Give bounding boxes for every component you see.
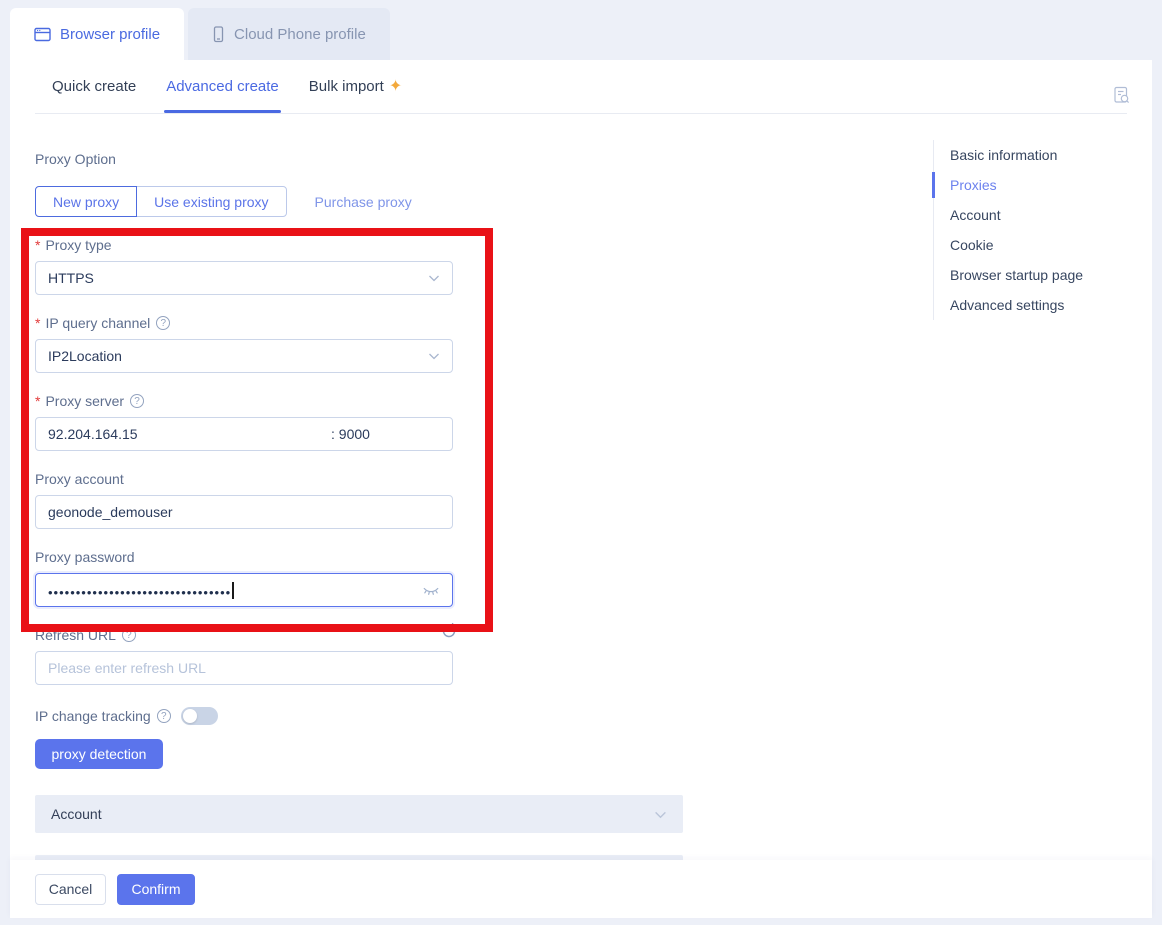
tab-advanced-create[interactable]: Advanced create [164, 60, 281, 113]
proxy-option-label-text: Proxy Option [35, 151, 116, 167]
help-icon[interactable]: ? [121, 628, 136, 642]
toggle-knob [182, 709, 197, 723]
proxy-option-label: Proxy Option [35, 151, 116, 167]
required-asterisk: * [35, 237, 41, 253]
proxy-option-segmented: New proxy Use existing proxy Purchase pr… [35, 186, 412, 217]
nav-proxies[interactable]: Proxies [932, 170, 1133, 200]
account-section-label: Account [51, 806, 102, 822]
section-nav: Basic information Proxies Account Cookie… [932, 140, 1133, 320]
chevron-down-icon [654, 809, 667, 820]
nav-basic-information[interactable]: Basic information [934, 140, 1133, 170]
document-search-icon[interactable] [1113, 86, 1130, 105]
nav-advanced-settings[interactable]: Advanced settings [934, 290, 1133, 320]
form-footer: Cancel Confirm [10, 860, 1152, 918]
proxy-password-masked-value: ••••••••••••••••••••••••••••••••• [48, 584, 232, 600]
phone-icon [212, 25, 225, 43]
tab-browser-profile[interactable]: Browser profile [10, 8, 185, 60]
tab-advanced-create-label: Advanced create [166, 78, 279, 95]
help-icon[interactable]: ? [156, 709, 171, 723]
proxy-detection-button[interactable]: proxy detection [35, 739, 163, 769]
purchase-proxy-link[interactable]: Purchase proxy [315, 194, 412, 210]
proxy-server-label-text: Proxy server [45, 393, 125, 409]
proxy-server-input[interactable]: 92.204.164.15 : 9000 [35, 417, 453, 451]
purchase-proxy-label: Purchase proxy [314, 193, 412, 210]
profile-type-tabs: Browser profile Cloud Phone profile [10, 8, 390, 60]
help-icon[interactable]: ? [156, 316, 171, 330]
proxy-account-label-text: Proxy account [35, 471, 124, 487]
chevron-down-icon [428, 273, 440, 283]
browser-profile-create-page: { "tabs": { "browser_profile": "Browser … [0, 0, 1162, 925]
ip-query-channel-select[interactable]: IP2Location [35, 339, 453, 373]
account-section-header[interactable]: Account [35, 795, 683, 833]
new-proxy-label: New proxy [53, 193, 120, 210]
tab-cloud-phone-profile-label: Cloud Phone profile [234, 25, 366, 43]
required-asterisk: * [35, 315, 41, 331]
ip-query-channel-label-text: IP query channel [45, 315, 151, 331]
nav-account[interactable]: Account [934, 200, 1133, 230]
proxy-password-label: Proxy password [35, 549, 135, 565]
tab-cloud-phone-profile[interactable]: Cloud Phone profile [188, 8, 390, 60]
proxy-password-input[interactable]: ••••••••••••••••••••••••••••••••• [35, 573, 453, 607]
ip-query-channel-value: IP2Location [48, 348, 122, 364]
proxy-type-select[interactable]: HTTPS [35, 261, 453, 295]
chevron-down-icon [428, 351, 440, 361]
cancel-button[interactable]: Cancel [35, 873, 106, 905]
proxy-account-input[interactable]: geonode_demouser [35, 495, 453, 529]
required-asterisk: * [35, 393, 41, 409]
ip-change-tracking-row: IP change tracking ? [35, 707, 218, 725]
nav-cookie[interactable]: Cookie [934, 230, 1133, 260]
tab-bulk-import[interactable]: Bulk import ✦ [309, 60, 402, 113]
ip-change-tracking-toggle[interactable] [180, 707, 218, 725]
ip-query-channel-label: * IP query channel ? [35, 315, 171, 331]
tab-quick-create-label: Quick create [52, 78, 137, 95]
eye-closed-icon[interactable] [422, 583, 440, 597]
confirm-button[interactable]: Confirm [117, 873, 195, 905]
use-existing-proxy-button[interactable]: Use existing proxy [136, 186, 287, 217]
ip-change-tracking-label: IP change tracking [35, 708, 151, 724]
proxy-password-label-text: Proxy password [35, 549, 135, 565]
proxy-type-label: * Proxy type [35, 237, 112, 253]
text-cursor [232, 581, 234, 599]
refresh-url-label-text: Refresh URL [35, 627, 116, 643]
proxy-account-value: geonode_demouser [48, 504, 173, 520]
use-existing-proxy-label: Use existing proxy [154, 193, 269, 210]
proxy-server-label: * Proxy server ? [35, 393, 145, 409]
tab-browser-profile-label: Browser profile [60, 25, 161, 43]
proxy-type-label-text: Proxy type [45, 237, 112, 253]
refresh-icon[interactable] [440, 622, 458, 640]
create-mode-tabs: Quick create Advanced create Bulk import… [35, 60, 1127, 114]
refresh-url-input[interactable] [35, 651, 453, 685]
create-profile-panel: Quick create Advanced create Bulk import… [10, 60, 1152, 918]
sparkle-icon: ✦ [388, 77, 403, 95]
proxy-account-label: Proxy account [35, 471, 124, 487]
proxy-server-port-value[interactable]: : 9000 [331, 426, 370, 442]
help-icon[interactable]: ? [130, 394, 145, 408]
tab-bulk-import-label: Bulk import [308, 78, 384, 95]
new-proxy-button[interactable]: New proxy [35, 186, 138, 217]
refresh-url-label: Refresh URL ? [35, 627, 136, 643]
tab-quick-create[interactable]: Quick create [52, 60, 136, 113]
proxy-server-host-value: 92.204.164.15 [48, 426, 138, 442]
browser-window-icon [34, 27, 51, 42]
nav-browser-startup-page[interactable]: Browser startup page [934, 260, 1133, 290]
proxy-type-value: HTTPS [48, 270, 94, 286]
